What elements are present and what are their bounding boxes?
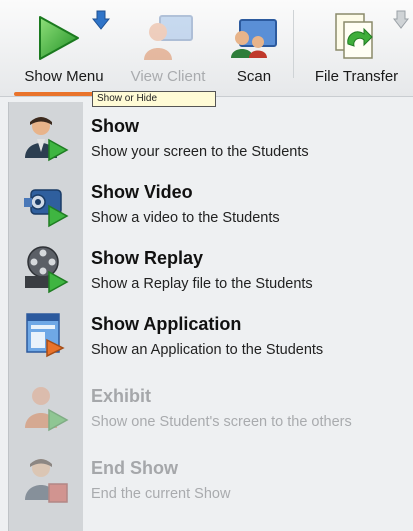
view-client-icon	[142, 14, 194, 67]
menu-item-description: End the current Show	[91, 486, 231, 502]
show-menu-label: Show Menu	[24, 68, 104, 85]
film-reel-icon	[21, 244, 71, 294]
video-camera-icon	[21, 178, 71, 228]
file-transfer-button[interactable]: File Transfer	[300, 0, 413, 96]
file-transfer-dropdown-icon[interactable]	[392, 10, 410, 35]
menu-item-title: End Show	[91, 458, 178, 478]
application-window-icon	[21, 310, 71, 360]
show-screen-icon	[21, 112, 71, 162]
show-menu-dropdown: Show Show your screen to the Students Sh…	[8, 102, 411, 531]
file-transfer-label: File Transfer	[314, 68, 399, 85]
menu-item-title: Show Video	[91, 182, 193, 202]
menu-item-title: Show Application	[91, 314, 242, 334]
exhibit-icon	[21, 382, 71, 432]
menu-item-title: Exhibit	[91, 386, 152, 406]
file-transfer-icon	[330, 10, 378, 67]
dropdown-arrow-icon[interactable]	[91, 10, 111, 35]
toolbar: Show Menu View Client Scan File Transfer	[0, 0, 413, 97]
menu-item-description: Show your screen to the Students	[91, 144, 309, 160]
menu-item-description: Show a video to the Students	[91, 210, 280, 226]
menu-item-exhibit[interactable]: Exhibit Show one Student's screen to the…	[9, 376, 411, 436]
menu-item-show-video[interactable]: Show Video Show a video to the Students	[9, 172, 411, 232]
play-icon	[36, 14, 82, 67]
menu-item-show[interactable]: Show Show your screen to the Students	[9, 106, 411, 166]
menu-item-description: Show an Application to the Students	[91, 342, 324, 358]
menu-item-end-show[interactable]: End Show End the current Show	[9, 448, 411, 508]
menu-item-title: Show Replay	[91, 248, 204, 268]
scan-label: Scan	[236, 68, 272, 85]
menu-item-show-application[interactable]: Show Application Show an Application to …	[9, 304, 411, 364]
scan-button[interactable]: Scan	[218, 0, 290, 96]
menu-item-show-replay[interactable]: Show Replay Show a Replay file to the St…	[9, 238, 411, 298]
menu-item-description: Show one Student's screen to the others	[91, 414, 352, 430]
view-client-button[interactable]: View Client	[118, 0, 218, 96]
end-show-icon	[21, 454, 71, 504]
show-menu-button[interactable]: Show Menu	[10, 0, 118, 96]
view-client-label: View Client	[130, 68, 206, 85]
toolbar-separator	[293, 10, 294, 78]
menu-item-description: Show a Replay file to the Students	[91, 276, 313, 292]
menu-item-title: Show	[91, 116, 139, 136]
scan-icon	[228, 18, 278, 65]
tooltip: Show or Hide	[92, 91, 216, 107]
